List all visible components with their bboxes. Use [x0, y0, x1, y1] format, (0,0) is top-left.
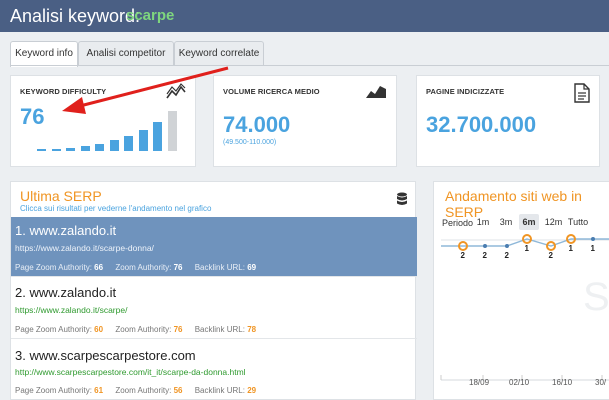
zoom-authority: 56 — [173, 386, 183, 395]
serp-url[interactable]: https://www.zalando.it/scarpe/ — [15, 305, 127, 315]
trend-point-label: 1 — [525, 244, 530, 253]
trend-point-label: 1 — [591, 244, 596, 253]
trend-point[interactable] — [483, 244, 487, 248]
zoom-authority: 76 — [173, 325, 183, 334]
period-tutto-button[interactable]: Tutto — [566, 214, 590, 230]
serp-subtitle: Clicca sui risultati per vederne l'andam… — [20, 204, 212, 213]
trend-point-label: 2 — [461, 251, 466, 260]
trend-point-label: 1 — [569, 244, 574, 253]
serp-result-3[interactable]: 3. www.scarpescarpestore.com http://www.… — [11, 339, 417, 400]
trend-point[interactable] — [591, 237, 595, 241]
trend-point[interactable] — [505, 244, 509, 248]
period-label: Periodo — [442, 218, 474, 228]
trend-point-label: 2 — [549, 251, 554, 260]
chart-watermark: S — [583, 275, 609, 319]
serp-metrics: Page Zoom Authority: 66 Zoom Authority: … — [15, 263, 257, 272]
page-zoom-authority: 61 — [94, 386, 104, 395]
serp-rank: 3. www.scarpescarpestore.com — [15, 348, 196, 363]
serp-url[interactable]: http://www.scarpescarpestore.com/it_it/s… — [15, 367, 246, 377]
period-12m-button[interactable]: 12m — [543, 214, 564, 230]
x-tick: 30/ — [595, 378, 607, 387]
serp-url[interactable]: https://www.zalando.it/scarpe-donna/ — [15, 243, 154, 253]
period-3m-button[interactable]: 3m — [497, 214, 515, 230]
serp-panel: Ultima SERP Clicca sui risultati per ved… — [10, 181, 417, 400]
x-tick: 18/09 — [469, 378, 490, 387]
trend-point-label: 2 — [483, 251, 488, 260]
backlink-url: 69 — [247, 263, 257, 272]
serp-metrics: Page Zoom Authority: 61 Zoom Authority: … — [15, 386, 257, 395]
serp-result-2[interactable]: 2. www.zalando.it https://www.zalando.it… — [11, 277, 417, 339]
trend-chart[interactable]: S 2 2 2 1 2 1 1 — [433, 230, 609, 400]
period-1m-button[interactable]: 1m — [474, 214, 492, 230]
database-icon[interactable] — [396, 192, 408, 211]
x-tick: 02/10 — [509, 378, 530, 387]
page-zoom-authority: 60 — [94, 325, 104, 334]
serp-rank: 1. www.zalando.it — [15, 223, 117, 238]
serp-rank: 2. www.zalando.it — [15, 285, 117, 300]
period-6m-button[interactable]: 6m — [519, 214, 539, 230]
trend-point-label: 2 — [505, 251, 510, 260]
serp-title: Ultima SERP — [20, 188, 102, 204]
backlink-url: 29 — [247, 386, 257, 395]
backlink-url: 78 — [247, 325, 257, 334]
x-tick: 16/10 — [552, 378, 573, 387]
page-zoom-authority: 66 — [94, 263, 104, 272]
serp-result-1[interactable]: 1. www.zalando.it https://www.zalando.it… — [11, 217, 417, 277]
zoom-authority: 76 — [173, 263, 183, 272]
serp-metrics: Page Zoom Authority: 60 Zoom Authority: … — [15, 325, 257, 334]
